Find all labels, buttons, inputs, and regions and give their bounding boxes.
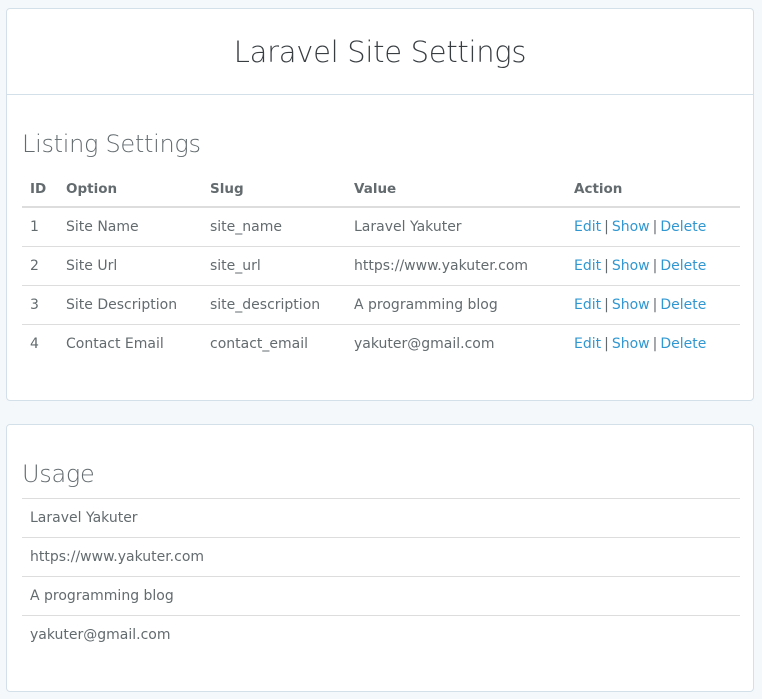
cell-id: 3 xyxy=(22,285,58,325)
table-row: 4 Contact Email contact_email yakuter@gm… xyxy=(22,324,740,363)
column-header-action: Action xyxy=(566,172,740,208)
cell-id: 4 xyxy=(22,324,58,363)
cell-option: Site Url xyxy=(58,246,202,286)
cell-option: Site Description xyxy=(58,285,202,325)
list-item: A programming blog xyxy=(22,576,740,615)
cell-actions: Edit | Show | Delete xyxy=(566,207,740,247)
action-separator: | xyxy=(604,297,609,313)
column-header-value: Value xyxy=(346,172,566,208)
action-separator: | xyxy=(652,297,658,313)
listing-settings-title: Listing Settings xyxy=(22,130,201,158)
table-row: 1 Site Name site_name Laravel Yakuter Ed… xyxy=(22,207,740,247)
usage-panel: Usage Laravel Yakuter https://www.yakute… xyxy=(6,424,754,692)
cell-id: 1 xyxy=(30,219,39,235)
cell-actions: Edit | Show | Delete xyxy=(566,246,740,286)
panel-heading: Laravel Site Settings xyxy=(7,9,753,95)
action-separator: | xyxy=(604,336,609,352)
cell-value: yakuter@gmail.com xyxy=(346,324,566,363)
page-title: Laravel Site Settings xyxy=(233,34,527,69)
cell-slug: site_description xyxy=(202,285,346,325)
action-separator: | xyxy=(604,258,609,274)
list-item: yakuter@gmail.com xyxy=(22,615,740,654)
action-separator: | xyxy=(652,219,658,235)
column-header-slug: Slug xyxy=(202,172,346,208)
cell-actions: Edit | Show | Delete xyxy=(566,285,740,325)
table-header-row: ID Option Slug Value Action xyxy=(22,172,740,208)
table-row: 2 Site Url site_url https://www.yakuter.… xyxy=(22,246,740,286)
usage-list: Laravel Yakuter https://www.yakuter.com … xyxy=(22,498,740,654)
action-separator: | xyxy=(604,219,609,235)
show-link[interactable]: Show xyxy=(612,219,650,235)
delete-link[interactable]: Delete xyxy=(660,219,706,235)
column-header-id: ID xyxy=(22,172,58,208)
cell-value: Laravel Yakuter xyxy=(354,219,462,235)
edit-link[interactable]: Edit xyxy=(574,219,601,235)
cell-option: Site Name xyxy=(66,219,139,235)
listing-panel: Laravel Site Settings Listing Settings I… xyxy=(6,8,754,401)
list-item: https://www.yakuter.com xyxy=(22,537,740,576)
cell-value: A programming blog xyxy=(346,285,566,325)
action-separator: | xyxy=(652,258,658,274)
usage-title: Usage xyxy=(22,460,95,488)
delete-link[interactable]: Delete xyxy=(660,336,706,352)
cell-actions: Edit | Show | Delete xyxy=(566,324,740,363)
cell-slug: contact_email xyxy=(202,324,346,363)
delete-link[interactable]: Delete xyxy=(660,297,706,313)
show-link[interactable]: Show xyxy=(612,336,650,352)
edit-link[interactable]: Edit xyxy=(574,336,601,352)
cell-id: 2 xyxy=(22,246,58,286)
delete-link[interactable]: Delete xyxy=(660,258,706,274)
column-header-option: Option xyxy=(58,172,202,208)
table-row: 3 Site Description site_description A pr… xyxy=(22,285,740,325)
settings-table: ID Option Slug Value Action 1 Site Name … xyxy=(22,172,740,363)
list-item: Laravel Yakuter xyxy=(22,498,740,537)
show-link[interactable]: Show xyxy=(612,297,650,313)
cell-slug: site_url xyxy=(202,246,346,286)
edit-link[interactable]: Edit xyxy=(574,297,601,313)
cell-option: Contact Email xyxy=(58,324,202,363)
action-separator: | xyxy=(652,336,658,352)
edit-link[interactable]: Edit xyxy=(574,258,601,274)
cell-slug: site_name xyxy=(210,219,282,235)
show-link[interactable]: Show xyxy=(612,258,650,274)
cell-value: https://www.yakuter.com xyxy=(346,246,566,286)
